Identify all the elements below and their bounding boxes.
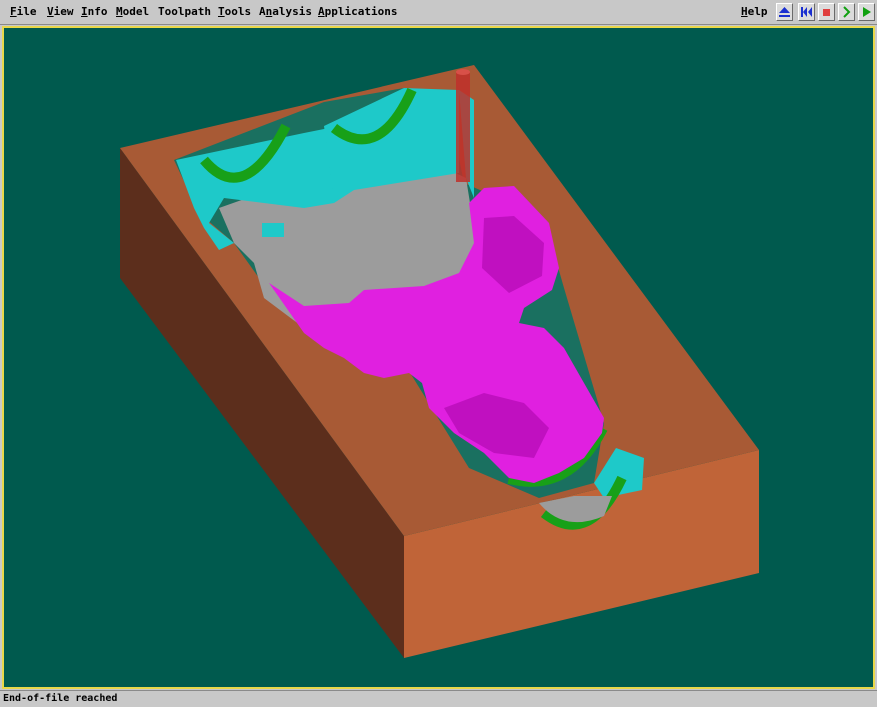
rewind-to-start-icon	[801, 7, 812, 17]
menu-bar: File View Info Model Toolpath Tools Anal…	[0, 0, 877, 25]
menu-tools[interactable]: Tools	[218, 5, 251, 18]
simulation-viewport[interactable]	[2, 26, 875, 689]
stop-icon	[823, 9, 830, 16]
step-forward-button[interactable]	[838, 3, 855, 21]
play-icon	[863, 7, 871, 17]
menu-applications[interactable]: Applications	[318, 5, 397, 18]
rewind-button[interactable]	[798, 3, 815, 21]
machined-part-render	[120, 65, 759, 658]
menu-model[interactable]: Model	[116, 5, 149, 18]
menu-view[interactable]: View	[47, 5, 74, 18]
play-button[interactable]	[858, 3, 875, 21]
menu-file[interactable]: File	[10, 5, 37, 18]
status-bar: End-of-file reached	[0, 690, 877, 707]
cutting-tool	[456, 72, 470, 182]
menu-toolpath[interactable]: Toolpath	[158, 5, 211, 18]
cutting-tool-top	[456, 69, 470, 75]
eject-icon	[779, 7, 790, 17]
menu-info[interactable]: Info	[81, 5, 108, 18]
eject-button[interactable]	[776, 3, 793, 21]
stop-button[interactable]	[818, 3, 835, 21]
status-message: End-of-file reached	[3, 693, 118, 704]
cyan-block	[262, 223, 284, 237]
cam-simulator-window: File View Info Model Toolpath Tools Anal…	[0, 0, 877, 707]
step-forward-icon	[843, 6, 851, 18]
menu-analysis[interactable]: Analysis	[259, 5, 312, 18]
menu-help[interactable]: Help	[741, 5, 768, 18]
